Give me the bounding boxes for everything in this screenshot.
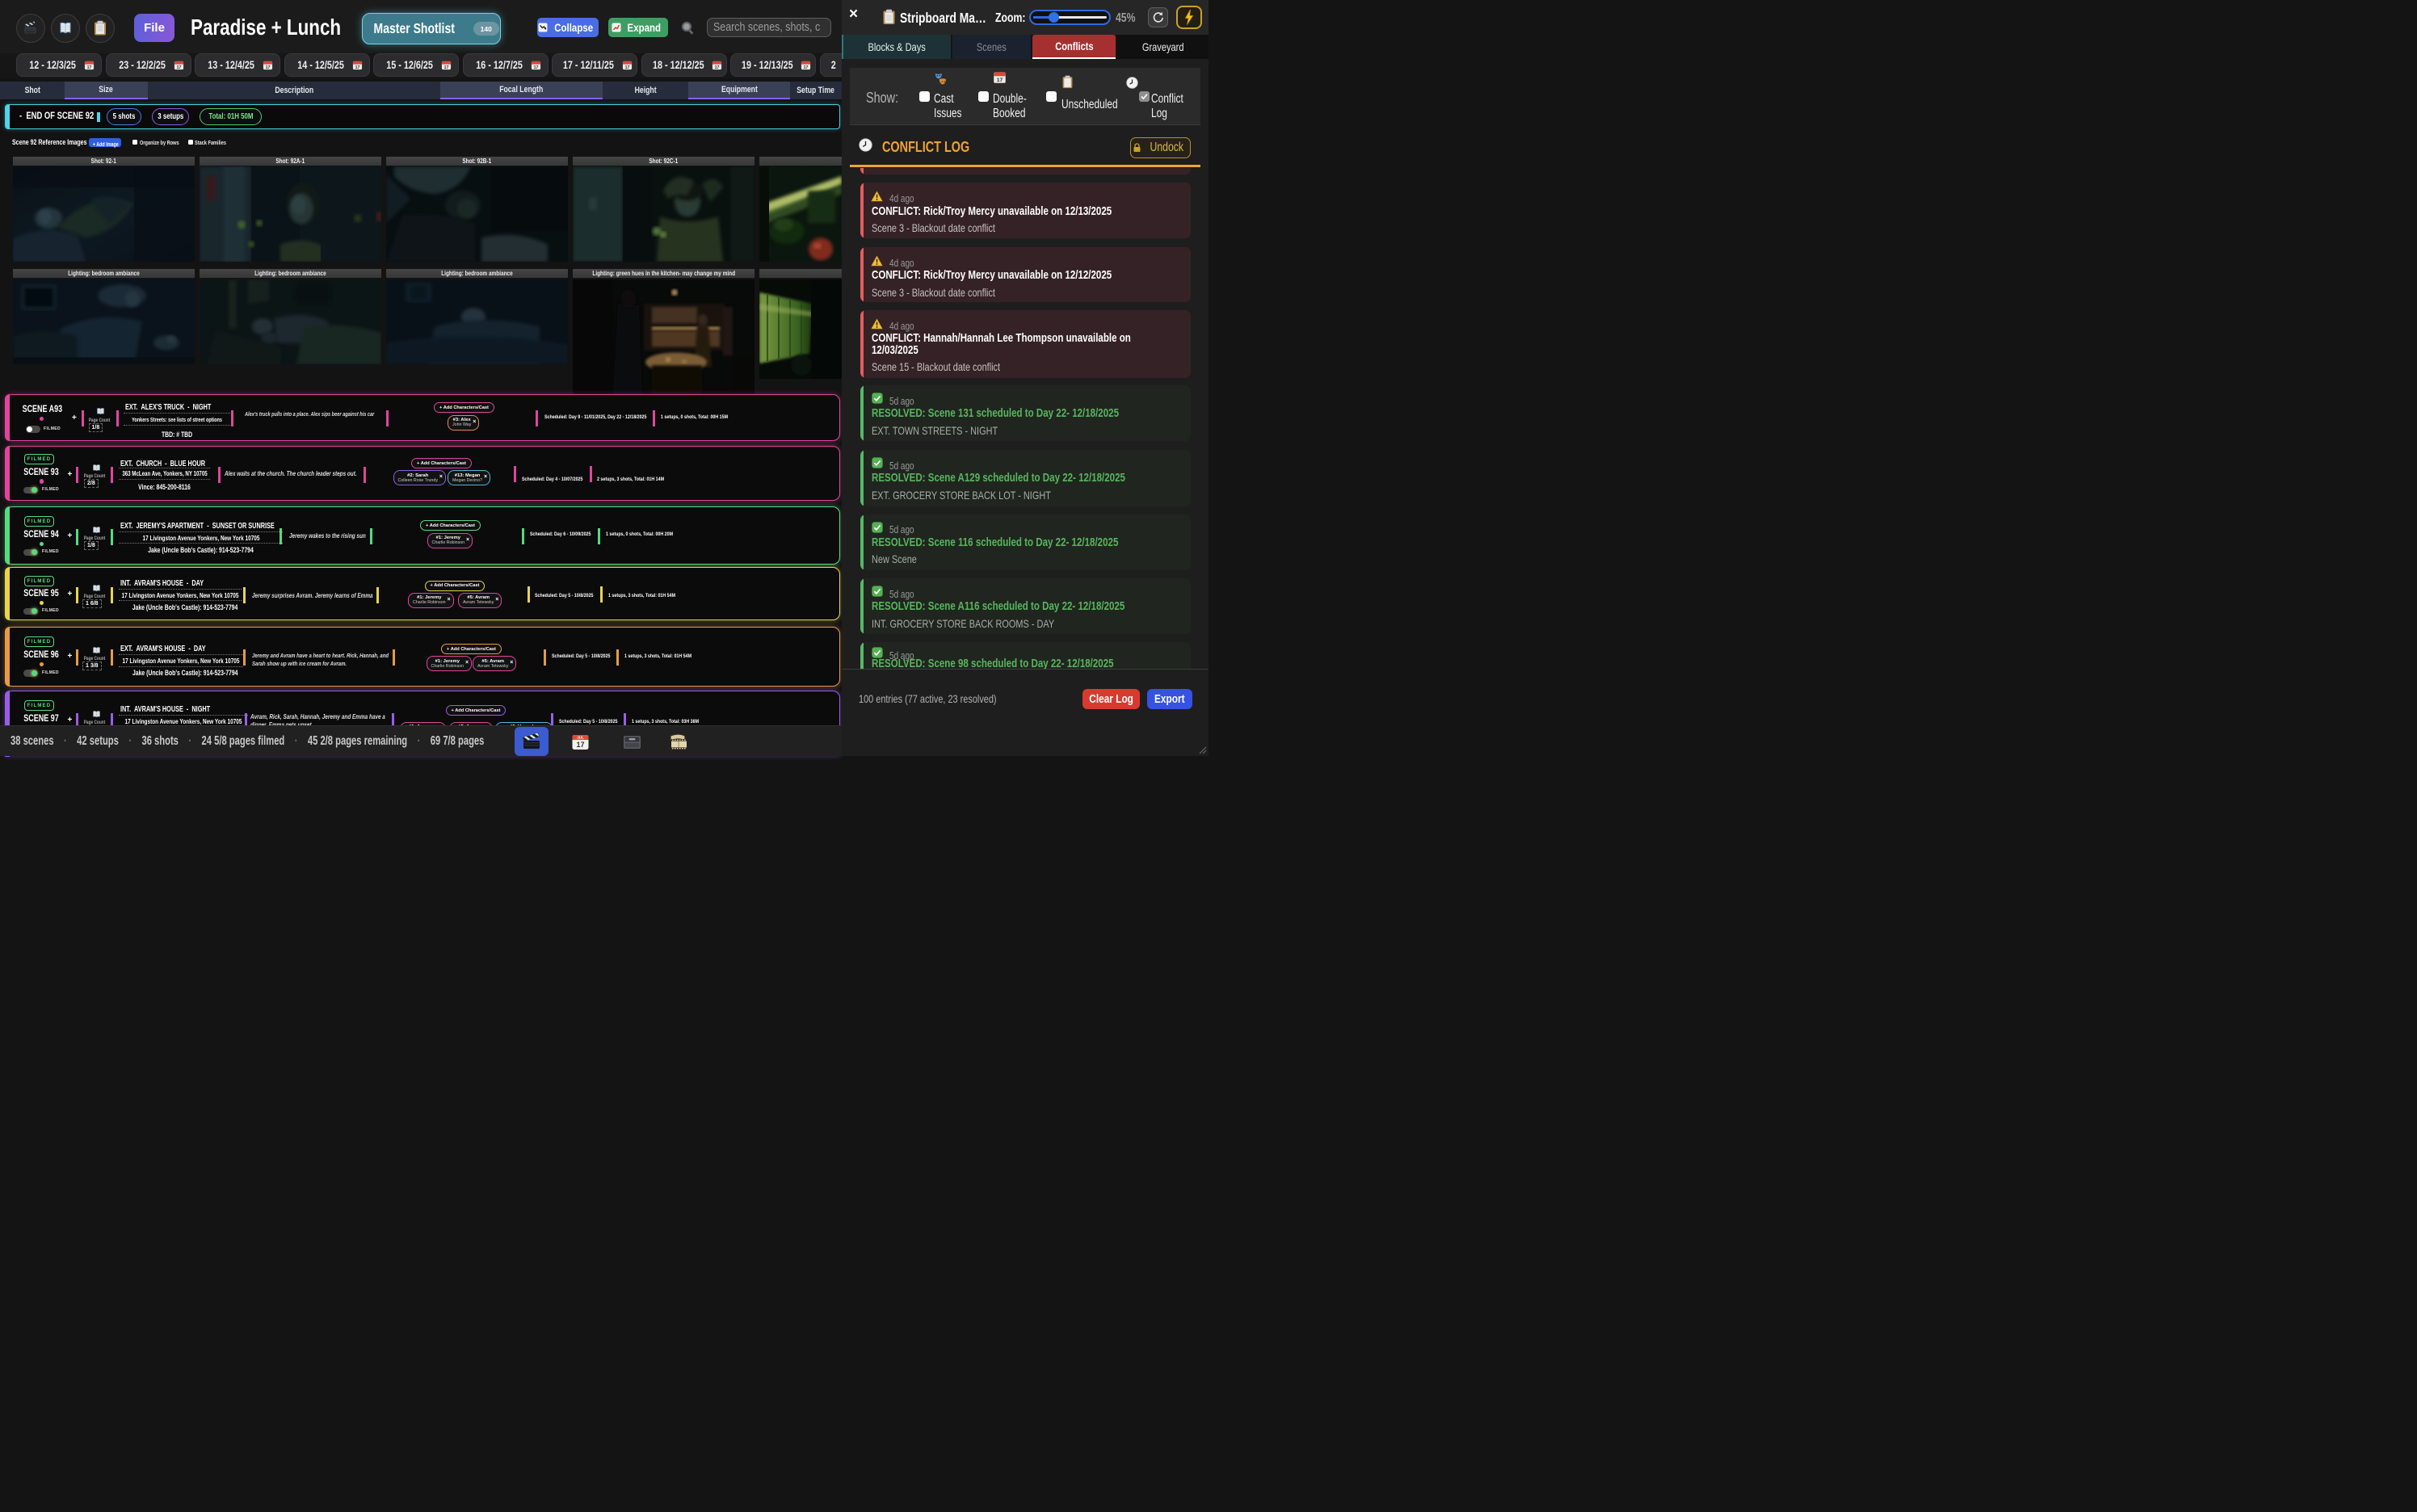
svg-text:17: 17 [443, 65, 448, 70]
svg-text:17: 17 [715, 65, 720, 70]
svg-text:17: 17 [576, 741, 584, 749]
svg-text:17: 17 [265, 65, 270, 70]
svg-text:17: 17 [997, 78, 1003, 83]
svg-text:17: 17 [625, 65, 630, 70]
svg-text:17: 17 [86, 65, 91, 70]
svg-text:17: 17 [355, 65, 359, 70]
svg-text:17: 17 [533, 65, 538, 70]
svg-text:17: 17 [176, 65, 181, 70]
svg-text:JUL: JUL [577, 736, 584, 740]
svg-text:17: 17 [804, 65, 809, 70]
